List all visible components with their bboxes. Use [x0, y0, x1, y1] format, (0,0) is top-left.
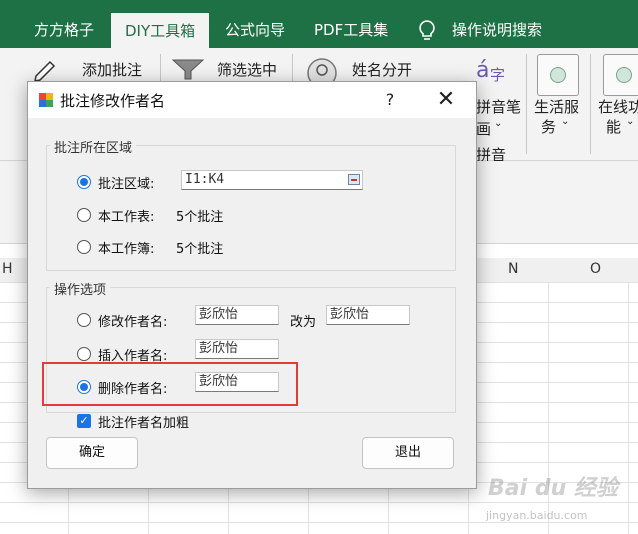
baidu-watermark-url: jingyan.baidu.com [486, 509, 588, 522]
modify-author-dialog: 批注修改作者名 ? ✕ 批注所在区域 批注区域: I1:K4 本工作表: 5个批… [27, 81, 477, 489]
this-sheet-label: 本工作表: [98, 210, 155, 225]
annotation-highlight-box [42, 362, 298, 406]
tab-formula-wizard[interactable]: 公式向导 [225, 12, 285, 48]
column-header-n[interactable]: N [508, 261, 518, 277]
bold-author-label: 批注作者名加粗 [98, 416, 190, 431]
close-icon[interactable]: ✕ [432, 86, 460, 114]
change-to-label: 改为 [290, 315, 317, 330]
help-icon[interactable]: ? [378, 88, 402, 112]
region-group-legend: 批注所在区域 [50, 137, 137, 156]
life-service-button[interactable]: 生活服 [534, 96, 579, 117]
split-name-button[interactable]: 姓名分开 [352, 59, 412, 80]
radio-this-workbook[interactable] [77, 240, 91, 254]
pinyin-stroke-button-line2[interactable]: 画 [476, 118, 491, 139]
bold-author-checkbox[interactable]: ✓ [77, 414, 91, 428]
add-comment-icon [34, 60, 56, 82]
insert-author-input[interactable]: 彭欣怡 [195, 339, 279, 359]
comment-range-value: I1:K4 [185, 172, 225, 187]
modify-author-label: 修改作者名: [98, 315, 168, 330]
tab-fangfang-gezi[interactable]: 方方格子 [34, 12, 94, 48]
radio-this-sheet[interactable] [77, 208, 91, 222]
radio-modify-author[interactable] [77, 313, 91, 327]
life-service-button-line2[interactable]: 务 [541, 116, 556, 137]
comment-range-label: 批注区域: [98, 177, 155, 192]
radio-comment-range[interactable] [77, 175, 91, 189]
this-sheet-count: 5个批注 [176, 210, 224, 225]
filter-selected-button[interactable]: 筛选选中 [217, 59, 277, 80]
dialog-title-bar: 批注修改作者名 ? ✕ [28, 82, 476, 118]
add-comment-button[interactable]: 添加批注 [82, 59, 142, 80]
pinyin-icon: á [476, 58, 490, 83]
life-service-icon[interactable] [537, 54, 579, 96]
ribbon-tab-bar: 方方格子 DIY工具箱 公式向导 PDF工具集 操作说明搜索 [0, 0, 638, 48]
range-select-icon[interactable] [348, 174, 360, 185]
chevron-down-icon: ⌄ [494, 118, 503, 129]
tell-me-search[interactable]: 操作说明搜索 [452, 12, 542, 48]
pinyin-stroke-button[interactable]: 拼音笔 [476, 96, 521, 117]
chevron-down-icon: ⌄ [626, 116, 635, 127]
chevron-down-icon: ⌄ [561, 116, 570, 127]
lightbulb-icon [419, 20, 435, 40]
radio-insert-author[interactable] [77, 347, 91, 361]
pinyin-icon-char: 字 [490, 66, 506, 84]
this-workbook-label: 本工作簿: [98, 242, 155, 257]
comment-range-input[interactable]: I1:K4 [181, 170, 363, 190]
ribbon-separator [590, 54, 591, 154]
app-icon [39, 93, 53, 107]
exit-button[interactable]: 退出 [362, 437, 454, 469]
dialog-title: 批注修改作者名 [60, 92, 166, 110]
this-workbook-count: 5个批注 [176, 242, 224, 257]
tab-diy-toolbox[interactable]: DIY工具箱 [111, 13, 210, 48]
online-feature-icon[interactable] [603, 54, 638, 96]
ribbon-separator [526, 54, 527, 154]
tab-pdf-tools[interactable]: PDF工具集 [314, 12, 388, 48]
column-header-h[interactable]: H [2, 261, 13, 277]
online-feature-button[interactable]: 在线功 [598, 96, 638, 117]
modify-author-to-input[interactable]: 彭欣怡 [326, 305, 410, 325]
column-header-o[interactable]: O [590, 261, 601, 277]
online-feature-button-line2[interactable]: 能 [606, 116, 621, 137]
modify-author-from-input[interactable]: 彭欣怡 [195, 305, 279, 325]
filter-icon [172, 59, 204, 80]
ok-button[interactable]: 确定 [46, 437, 138, 469]
options-group-legend: 操作选项 [50, 279, 111, 298]
